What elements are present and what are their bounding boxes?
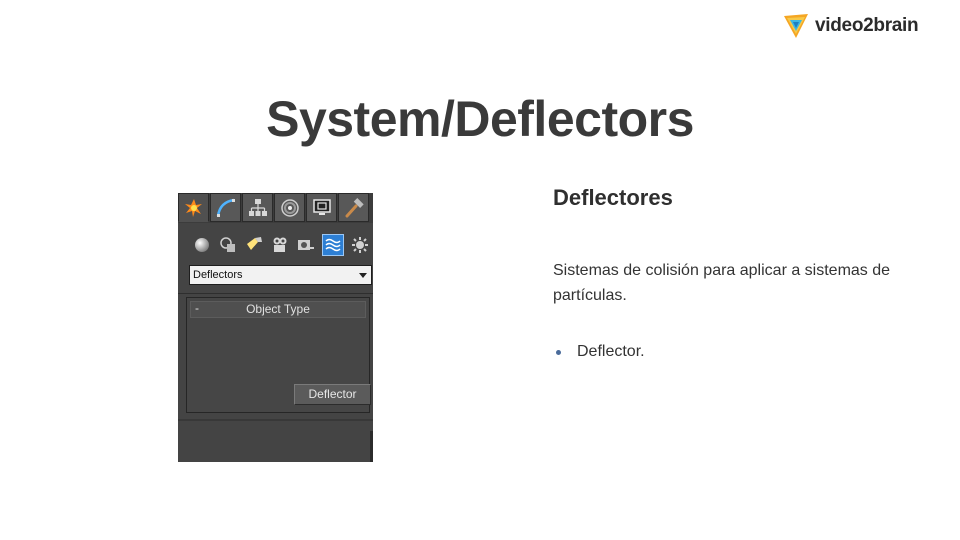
- rollout-title: Object Type: [246, 302, 310, 316]
- motion-tab[interactable]: [274, 193, 305, 222]
- display-tab[interactable]: [306, 193, 337, 222]
- cameras-icon[interactable]: [270, 235, 290, 255]
- dropdown-arrow-icon: [359, 273, 367, 278]
- bullet-text: Deflector.: [577, 343, 645, 360]
- bullet-item: Deflector.: [556, 343, 645, 361]
- modify-curve-icon: [216, 198, 235, 217]
- logo-text: video2brain: [815, 15, 919, 36]
- utilities-tab[interactable]: [338, 193, 369, 222]
- object-category-icons: [192, 233, 373, 257]
- hierarchy-icon: [248, 198, 267, 216]
- category-dropdown[interactable]: Deflectors: [189, 265, 372, 285]
- display-monitor-icon: [312, 198, 331, 215]
- hierarchy-tab[interactable]: [242, 193, 273, 222]
- rollout-header[interactable]: - Object Type: [190, 301, 366, 318]
- geometry-sphere-icon[interactable]: [192, 235, 212, 255]
- create-tab[interactable]: [178, 193, 209, 222]
- modify-tab[interactable]: [210, 193, 241, 222]
- panel-scrollbar[interactable]: [370, 431, 373, 462]
- slide-title: System/Deflectors: [266, 91, 694, 147]
- object-type-rollout: - Object Type Deflector: [186, 297, 371, 413]
- command-panel: Deflectors - Object Type Deflector: [178, 193, 373, 462]
- collapse-icon: -: [195, 301, 199, 315]
- content-paragraph: Sistemas de colisión para aplicar a sist…: [553, 262, 891, 304]
- dropdown-value: Deflectors: [193, 269, 243, 281]
- divider: [178, 419, 373, 421]
- shapes-icon[interactable]: [218, 235, 238, 255]
- space-warps-icon[interactable]: [322, 234, 344, 256]
- panel-tabs: [178, 193, 373, 223]
- bullet-dot-icon: [556, 349, 561, 355]
- lights-spotlight-icon[interactable]: [244, 235, 264, 255]
- utilities-hammer-icon: [345, 197, 364, 217]
- content-heading: Deflectores: [553, 185, 673, 210]
- video2brain-logo: video2brain: [783, 12, 919, 40]
- helpers-tape-icon[interactable]: [296, 235, 316, 255]
- motion-icon: [280, 198, 299, 217]
- create-star-icon: [184, 198, 202, 217]
- systems-gear-icon[interactable]: [350, 235, 370, 255]
- video2brain-logo-icon: [784, 14, 808, 38]
- divider: [178, 293, 373, 294]
- deflector-button[interactable]: Deflector: [294, 384, 371, 405]
